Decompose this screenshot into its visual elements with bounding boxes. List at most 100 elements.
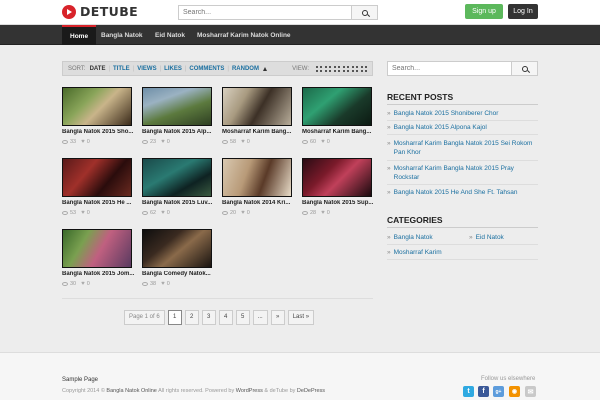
header-search (178, 5, 378, 20)
last-page-button[interactable]: Last » (287, 309, 315, 325)
nav-item-eid-natok[interactable]: Eid Natok (147, 25, 193, 45)
video-thumbnail[interactable] (62, 229, 132, 268)
wordpress-label: WordPress (235, 388, 263, 394)
video-title[interactable]: Mosharraf Karim Bang... (222, 129, 294, 135)
site-name-label: Bangla Natok Online (106, 388, 157, 394)
header-search-input[interactable] (178, 5, 352, 20)
sort-date[interactable]: DATE (90, 66, 106, 72)
page-3[interactable]: 3 (201, 309, 216, 325)
views-icon (142, 282, 148, 286)
nav-item-mosharraf-karim[interactable]: Mosharraf Karim Natok Online (189, 25, 299, 45)
video-thumbnail[interactable] (142, 229, 212, 268)
header-search-button[interactable] (352, 5, 378, 20)
email-icon[interactable]: ✉ (525, 386, 536, 397)
sort-label: SORT: (68, 65, 86, 72)
video-thumbnail[interactable] (142, 87, 212, 126)
recent-post-label: Bangla Natok 2015 He And She Ft. Tahsan (393, 189, 518, 196)
video-title[interactable]: Bangla Comedy Natok... (142, 271, 214, 277)
video-thumbnail[interactable] (222, 87, 292, 126)
page-4[interactable]: 4 (218, 309, 233, 325)
like-count: 0 (246, 139, 250, 145)
sort-bar: SORT: DATE | TITLE | VIEWS | LIKES | COMMENT… (62, 61, 373, 76)
sort-likes[interactable]: LIKES (164, 66, 182, 72)
recent-post-label: Bangla Natok 2015 Alpona Kajol (393, 124, 487, 131)
video-title[interactable]: Bangla Natok 2015 Luv... (142, 200, 214, 206)
copyright-prefix: Copyright 2014 © (62, 388, 105, 394)
sidebar-search-button[interactable] (512, 61, 538, 76)
google-plus-icon[interactable]: g+ (493, 386, 504, 397)
wordpress-link[interactable]: WordPress (236, 388, 263, 394)
recent-post-label: Bangla Natok 2015 Shoniberer Chor (393, 110, 499, 117)
grid-view-large-icon[interactable] (334, 65, 340, 72)
grid-view-medium-icon[interactable] (325, 65, 331, 72)
list-view-small-icon[interactable] (343, 65, 349, 72)
views-icon (142, 140, 148, 144)
recent-post-link[interactable]: » Bangla Natok 2015 He And She Ft. Tahsan (387, 188, 538, 197)
video-title[interactable]: Bangla Natok 2015 Jom... (62, 271, 134, 277)
likes-icon: ♥ (161, 281, 165, 287)
video-title[interactable]: Bangla Natok 2015 Sho... (62, 129, 134, 135)
facebook-icon[interactable]: f (478, 386, 489, 397)
likes-icon: ♥ (321, 210, 325, 216)
category-link[interactable]: » Mosharraf Karim (387, 249, 442, 256)
site-link[interactable]: Bangla Natok Online (106, 388, 156, 394)
sidebar-search (387, 61, 538, 76)
sort-views[interactable]: VIEWS (137, 66, 156, 72)
play-icon (62, 4, 76, 19)
footer-page-link[interactable]: Sample Page (62, 377, 98, 383)
video-thumbnail[interactable] (142, 158, 212, 197)
video-meta: 53 ♥ 0 (62, 210, 90, 216)
video-thumbnail[interactable] (302, 158, 372, 197)
video-meta: 28 ♥ 0 (302, 210, 330, 216)
list-view-medium-icon[interactable] (352, 65, 358, 72)
video-meta: 60 ♥ 0 (302, 139, 330, 145)
video-title[interactable]: Bangla Natok 2014 Kri... (222, 200, 294, 206)
dedepress-link[interactable]: DeDePress (297, 388, 325, 394)
video-thumbnail[interactable] (222, 158, 292, 197)
sidebar-search-input[interactable] (387, 61, 512, 76)
sort-random[interactable]: RANDOM (232, 66, 259, 72)
category-link[interactable]: » Bangla Natok (387, 234, 433, 241)
like-count: 0 (86, 139, 90, 145)
view-label: VIEW: (292, 65, 309, 72)
like-count: 0 (166, 210, 170, 216)
signup-button[interactable]: Sign up (465, 4, 503, 19)
view-count: 23 (150, 139, 157, 145)
views-icon (302, 140, 308, 144)
divider (387, 184, 538, 185)
copyright: Copyright 2014 © Bangla Natok Online All… (62, 388, 325, 394)
sort-title[interactable]: TITLE (113, 66, 130, 72)
video-thumbnail[interactable] (62, 87, 132, 126)
recent-post-link[interactable]: » Bangla Natok 2015 Shoniberer Chor (387, 109, 538, 118)
video-title[interactable]: Bangla Natok 2015 Alp... (142, 129, 214, 135)
category-link[interactable]: » Eid Natok (469, 234, 504, 241)
rss-icon[interactable]: ◉ (509, 386, 520, 397)
page-2[interactable]: 2 (184, 309, 199, 325)
nav-item-home[interactable]: Home (62, 25, 97, 45)
login-button[interactable]: Log In (508, 4, 538, 19)
video-meta: 30 ♥ 0 (62, 281, 90, 287)
view-count: 30 (70, 281, 77, 287)
views-icon (302, 211, 308, 215)
video-thumbnail[interactable] (302, 87, 372, 126)
next-page-button[interactable]: » (270, 309, 285, 325)
page-5[interactable]: 5 (235, 309, 250, 325)
page-1[interactable]: 1 (167, 309, 182, 325)
video-title[interactable]: Bangla Natok 2015 He ... (62, 200, 134, 206)
video-thumbnail[interactable] (62, 158, 132, 197)
recent-post-link[interactable]: » Bangla Natok 2015 Alpona Kajol (387, 123, 538, 132)
recent-post-link[interactable]: » Mosharraf Karim Bangla Natok 2015 Sei R… (387, 139, 538, 157)
video-title[interactable]: Bangla Natok 2015 Sup... (302, 200, 374, 206)
list-view-large-icon[interactable] (361, 65, 367, 72)
video-title[interactable]: Mosharraf Karim Bang... (302, 129, 374, 135)
recent-post-link[interactable]: » Mosharraf Karim Bangla Natok 2015 Pray … (387, 164, 538, 182)
sort-comments[interactable]: COMMENTS (189, 66, 224, 72)
category-label: Bangla Natok (393, 234, 433, 241)
grid-view-small-icon[interactable] (316, 65, 322, 72)
twitter-icon[interactable]: t (463, 386, 474, 397)
sort-order-icon[interactable] (262, 66, 267, 71)
page-ellipsis: ... (252, 309, 268, 325)
site-logo[interactable]: DETUBE (62, 4, 138, 19)
search-icon (361, 9, 368, 16)
nav-item-bangla-natok[interactable]: Bangla Natok (93, 25, 151, 45)
